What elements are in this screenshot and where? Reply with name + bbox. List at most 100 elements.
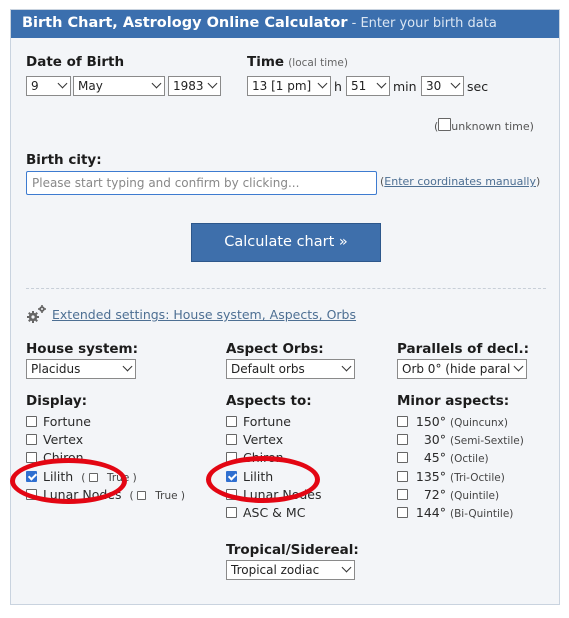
year-select[interactable]: 1983 [168, 76, 221, 96]
parallels-value: Orb 0° (hide paral [402, 362, 511, 376]
checkbox-icon[interactable] [397, 489, 408, 500]
gear-icon [27, 305, 46, 323]
chevron-down-icon [513, 361, 524, 372]
house-system-value: Placidus [31, 362, 81, 376]
divider [26, 288, 546, 289]
year-value: 1983 [173, 79, 204, 93]
display-item-label: Fortune [43, 414, 91, 429]
calculator-panel: Birth Chart, Astrology Online Calculator… [10, 9, 560, 605]
chevron-down-icon [207, 78, 218, 89]
month-value: May [78, 79, 103, 93]
title-bar: Birth Chart, Astrology Online Calculator… [11, 10, 559, 38]
parallels-label: Parallels of decl.: [397, 341, 530, 357]
day-select[interactable]: 9 [26, 76, 71, 96]
aspects-item-label: Vertex [243, 432, 284, 447]
zodiac-select[interactable]: Tropical zodiac [226, 560, 355, 580]
checkbox-icon[interactable] [397, 434, 408, 445]
minor-name: (Quintile) [449, 490, 500, 502]
hour-unit: h [334, 79, 342, 94]
house-system-select[interactable]: Placidus [26, 359, 136, 379]
minute-select[interactable]: 51 [346, 76, 390, 96]
minor-item[interactable]: 30° (Semi-Sextile) [397, 432, 524, 447]
city-label: Birth city: [26, 152, 102, 168]
second-value: 30 [426, 79, 442, 93]
minute-value: 51 [351, 79, 367, 93]
minor-item[interactable]: 45° (Octile) [397, 450, 489, 465]
aspects-to-label: Aspects to: [226, 393, 312, 409]
minor-item[interactable]: 150° (Quincunx) [397, 414, 508, 429]
paren-close: ) [535, 175, 541, 188]
aspects-item-fortune[interactable]: Fortune [226, 414, 291, 429]
unknown-time-checkbox[interactable] [438, 118, 452, 131]
page-subtitle: Enter your birth data [360, 16, 497, 31]
display-item-vertex[interactable]: Vertex [26, 432, 83, 447]
page-title: Birth Chart, Astrology Online Calculator [22, 15, 348, 31]
minor-angle: 30° [423, 432, 446, 447]
manual-coordinates: (Enter coordinates manually) [380, 175, 540, 188]
checkbox-icon[interactable] [26, 416, 37, 427]
display-label: Display: [26, 393, 88, 409]
title-separator: - [347, 16, 361, 31]
chevron-down-icon [317, 78, 328, 89]
calculate-chart-button[interactable]: Calculate chart » [191, 223, 381, 262]
aspects-item-label: ASC & MC [243, 505, 306, 520]
hour-value: 13 [1 pm] [252, 79, 312, 93]
minor-angle: 72° [423, 487, 446, 502]
day-value: 9 [31, 79, 39, 93]
checkbox-icon[interactable] [397, 416, 408, 427]
minor-name: (Octile) [449, 453, 489, 465]
house-system-label: House system: [26, 341, 139, 357]
dob-label: Date of Birth [26, 54, 125, 70]
checkbox-icon[interactable] [136, 491, 146, 500]
annotation-oval [10, 458, 127, 504]
minor-angle: 144° [415, 505, 446, 520]
minor-name: (Tri-Octile) [449, 472, 505, 484]
checkbox-icon[interactable] [226, 434, 237, 445]
minor-name: (Bi-Quintile) [449, 508, 514, 520]
chevron-down-icon [341, 361, 352, 372]
chevron-down-icon [376, 78, 387, 89]
hour-select[interactable]: 13 [1 pm] [247, 76, 331, 96]
extended-settings-link[interactable]: Extended settings: House system, Aspects… [52, 307, 356, 322]
minor-item[interactable]: 72° (Quintile) [397, 487, 499, 502]
lunar-true-option: ( True ) [129, 490, 186, 502]
checkbox-icon[interactable] [397, 507, 408, 518]
paren-close: ) [529, 120, 534, 133]
checkbox-icon[interactable] [226, 507, 237, 518]
time-hint: (local time) [288, 57, 348, 69]
aspect-orbs-label: Aspect Orbs: [226, 341, 324, 357]
checkbox-icon[interactable] [226, 416, 237, 427]
checkbox-icon[interactable] [397, 471, 408, 482]
second-unit: sec [467, 79, 489, 94]
annotation-oval [206, 456, 320, 503]
true-label: True [155, 490, 178, 502]
enter-coordinates-link[interactable]: Enter coordinates manually [384, 175, 536, 188]
aspect-orbs-value: Default orbs [231, 362, 305, 376]
zodiac-label: Tropical/Sidereal: [226, 542, 359, 558]
aspects-item-asc-mc[interactable]: ASC & MC [226, 505, 305, 520]
minor-name: (Semi-Sextile) [449, 435, 524, 447]
chevron-down-icon [122, 361, 133, 372]
aspect-orbs-select[interactable]: Default orbs [226, 359, 355, 379]
chevron-down-icon [151, 78, 162, 89]
zodiac-value: Tropical zodiac [231, 563, 320, 577]
second-select[interactable]: 30 [421, 76, 464, 96]
minor-name: (Quincunx) [449, 417, 508, 429]
time-label: Time [247, 54, 285, 70]
chevron-down-icon [57, 78, 68, 89]
parallels-select[interactable]: Orb 0° (hide paral [397, 359, 527, 379]
minor-item[interactable]: 144° (Bi-Quintile) [397, 505, 513, 520]
minor-angle: 135° [415, 469, 446, 484]
minor-item[interactable]: 135° (Tri-Octile) [397, 469, 505, 484]
aspects-item-label: Fortune [243, 414, 291, 429]
city-input[interactable]: Please start typing and confirm by click… [26, 171, 377, 195]
minute-unit: min [393, 79, 417, 94]
chevron-down-icon [341, 562, 352, 573]
time-heading: Time (local time) [247, 54, 348, 70]
display-item-fortune[interactable]: Fortune [26, 414, 91, 429]
checkbox-icon[interactable] [397, 452, 408, 463]
display-item-label: Vertex [43, 432, 84, 447]
checkbox-icon[interactable] [26, 434, 37, 445]
month-select[interactable]: May [73, 76, 165, 96]
aspects-item-vertex[interactable]: Vertex [226, 432, 283, 447]
